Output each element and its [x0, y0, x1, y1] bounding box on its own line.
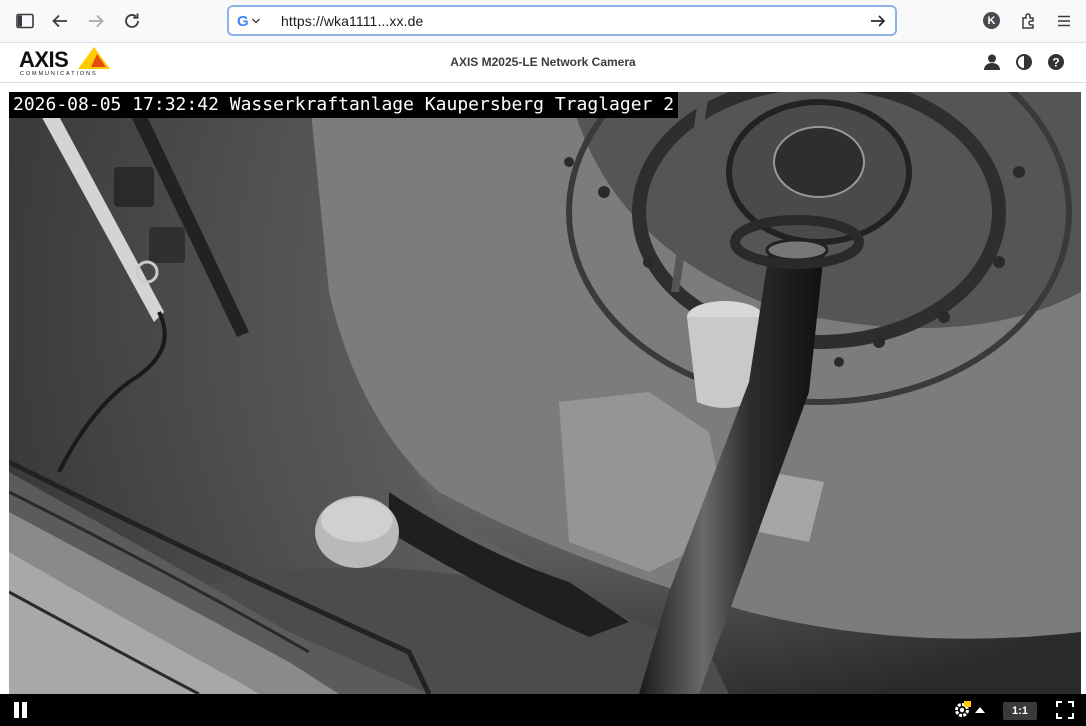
address-bar[interactable]: G https://wka1111...xx.de	[227, 5, 897, 36]
video-timestamp-overlay: 2026-08-05 17:32:42 Wasserkraftanlage Ka…	[9, 92, 679, 118]
sidebar-toggle-icon[interactable]	[12, 8, 38, 34]
reload-icon[interactable]	[119, 8, 145, 34]
forward-arrow-icon[interactable]	[83, 8, 109, 34]
fullscreen-icon[interactable]	[1055, 700, 1075, 720]
menu-icon[interactable]	[1051, 8, 1077, 34]
camera-header: AXIS COMMUNICATIONS AXIS M2025-LE Networ…	[0, 43, 1086, 83]
go-arrow-icon[interactable]	[867, 10, 889, 32]
camera-model-title: AXIS M2025-LE Network Camera	[450, 55, 636, 69]
chevron-up-icon[interactable]	[973, 700, 987, 720]
svg-text:?: ?	[1052, 56, 1059, 70]
pause-icon[interactable]	[12, 702, 30, 720]
extensions-icon[interactable]	[1015, 8, 1041, 34]
url-text[interactable]: https://wka1111...xx.de	[281, 13, 423, 29]
back-arrow-icon[interactable]	[47, 8, 73, 34]
profile-avatar[interactable]: K	[983, 12, 1000, 29]
live-video-stream[interactable]	[9, 92, 1081, 694]
help-icon[interactable]: ?	[1045, 51, 1067, 73]
google-icon: G	[237, 12, 249, 30]
chevron-down-icon	[251, 18, 260, 24]
video-control-bar: 1:1	[0, 694, 1086, 726]
zoom-ratio-button[interactable]: 1:1	[1003, 702, 1037, 720]
user-icon[interactable]	[981, 51, 1003, 73]
contrast-icon[interactable]	[1013, 51, 1035, 73]
browser-toolbar: G https://wka1111...xx.de K	[0, 0, 1086, 43]
search-engine-selector[interactable]: G	[235, 11, 275, 31]
settings-icon[interactable]	[952, 700, 972, 720]
